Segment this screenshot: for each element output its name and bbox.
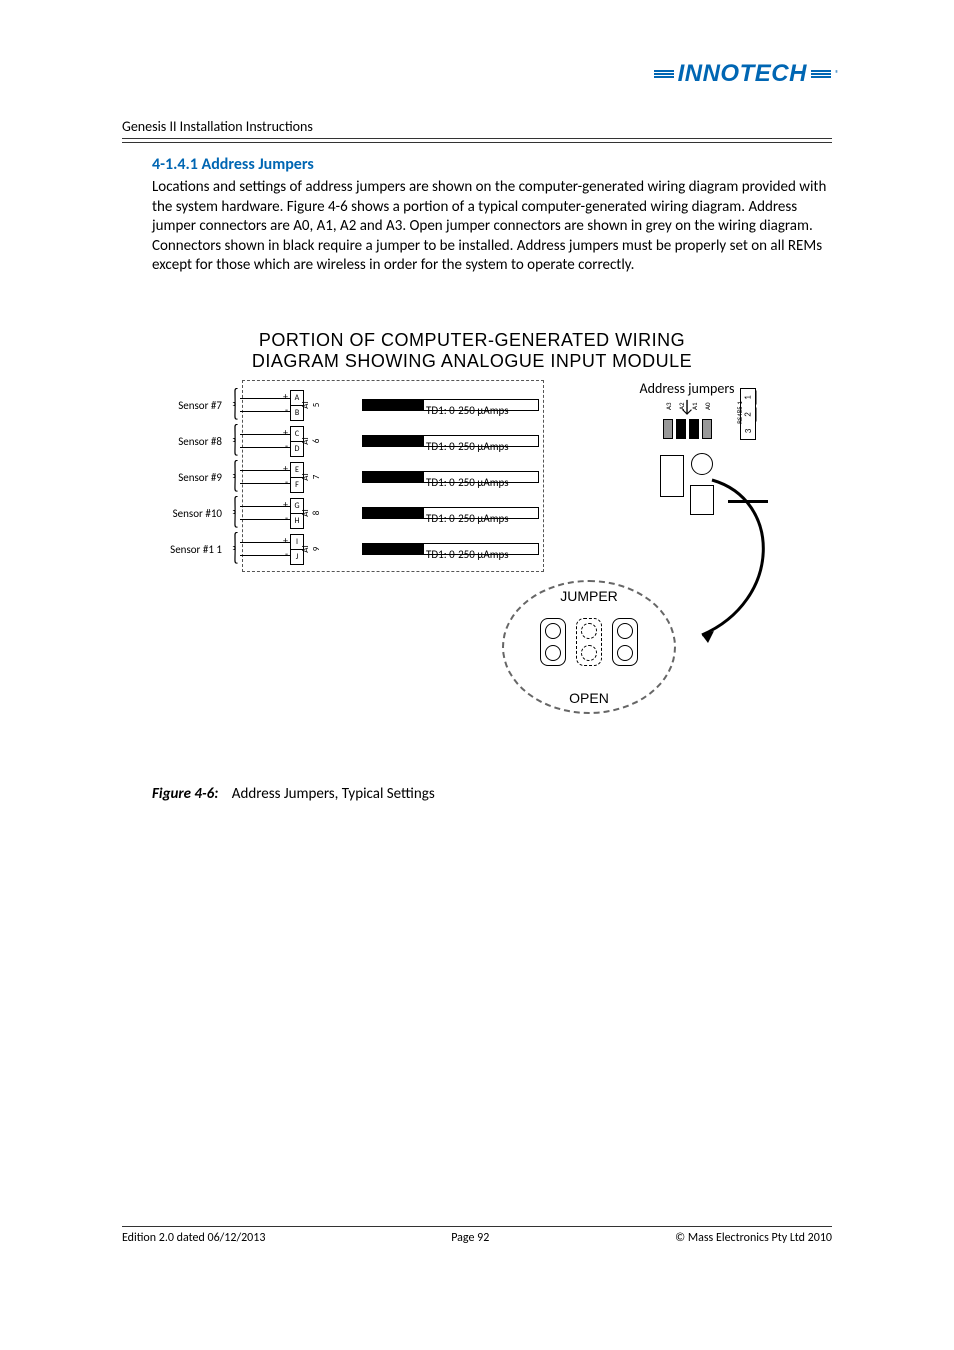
schematic: Sensor #7⎰⎱+-ABAI 5 TD1: 0-250 µAmps Senso… — [152, 380, 792, 580]
brand-logo: INNOTECH ® — [654, 60, 839, 88]
jumper-label: JUMPER — [504, 588, 674, 604]
brace-icon: ⎰⎱ — [226, 499, 240, 527]
wire-pair: +- — [240, 464, 290, 490]
sensor-row: Sensor #10⎰⎱+-GHAI 8 — [152, 496, 318, 530]
brace-icon: ⎰⎱ — [226, 535, 240, 563]
brace-icon: ⎰⎱ — [226, 391, 240, 419]
logo-bars-left-icon — [654, 70, 674, 79]
footer-page: Page 92 — [451, 1231, 489, 1245]
sensor-label: Sensor #10 — [152, 507, 226, 520]
jumper-a0: A0 — [702, 419, 712, 439]
footer-edition: Edition 2.0 dated 06/12/2013 — [122, 1231, 265, 1245]
ai-label: AI 7 — [300, 470, 322, 484]
jumper-a1: A1 — [689, 419, 699, 439]
section-heading: 4-1.4.1 Address Jumpers — [152, 155, 314, 174]
jumper-a2: A2 — [676, 419, 686, 439]
rt-1: 1 — [740, 391, 757, 405]
sensor-row: Sensor #8⎰⎱+-CDAI 6 — [152, 424, 318, 458]
jumper-detail: JUMPER OPEN — [502, 580, 676, 714]
td-bar: TD1: 0-250 µAmps — [362, 434, 539, 448]
figure-number: Figure 4-6: — [152, 785, 218, 803]
sensor-label: Sensor #9 — [152, 471, 226, 484]
wire-pair: +- — [240, 392, 290, 418]
sensor-row: Sensor #9⎰⎱+-EFAI 7 — [152, 460, 318, 494]
td-bar: TD1: 0-250 µAmps — [362, 506, 539, 520]
page: INNOTECH ® Genesis II Installation Instr… — [0, 0, 954, 1350]
brace-icon: ⎰⎱ — [226, 463, 240, 491]
document-title: Genesis II Installation Instructions — [122, 118, 313, 135]
td-bar: TD1: 0-250 µAmps — [362, 398, 539, 412]
wire-pair: +- — [240, 428, 290, 454]
figure-text: Address Jumpers, Typical Settings — [232, 785, 435, 803]
block-1 — [660, 455, 684, 497]
sensor-label: Sensor #1 1 — [152, 543, 226, 556]
wire-pair: +- — [240, 536, 290, 562]
sensor-label: Sensor #7 — [152, 399, 226, 412]
brand-text: INNOTECH — [678, 60, 807, 88]
ai-label: AI 9 — [300, 542, 322, 556]
sensor-label: Sensor #8 — [152, 435, 226, 448]
rt-3: 3 — [740, 424, 756, 438]
td-bar: TD1: 0-250 µAmps — [362, 470, 539, 484]
diagram-title-line2: DIAGRAM SHOWING ANALOGUE INPUT MODULE — [152, 351, 792, 372]
logo-bars-right-icon — [811, 70, 831, 79]
wiring-diagram: PORTION OF COMPUTER-GENERATED WIRING DIA… — [152, 330, 792, 790]
pin-col-jumpered — [576, 618, 602, 666]
diagram-title-line1: PORTION OF COMPUTER-GENERATED WIRING — [152, 330, 792, 351]
pin-col-open-right — [612, 618, 638, 666]
brace-icon: ⎰⎱ — [226, 427, 240, 455]
rt-2: 2 — [740, 408, 757, 422]
ai-label: AI 8 — [300, 506, 322, 520]
figure-caption: Figure 4-6: Address Jumpers, Typical Set… — [152, 785, 435, 803]
registered-icon: ® — [835, 69, 839, 79]
open-label: OPEN — [504, 690, 674, 706]
body-paragraph: Locations and settings of address jumper… — [152, 178, 832, 276]
header-rule-2 — [122, 142, 832, 143]
ai-label: AI 6 — [300, 434, 322, 448]
pin-col-open-left — [540, 618, 566, 666]
td-bar: TD1: 0-250 µAmps — [362, 542, 539, 556]
wire-pair: +- — [240, 500, 290, 526]
header-rule-1 — [122, 138, 832, 139]
ai-label: AI 5 — [300, 398, 322, 412]
sensor-row: Sensor #7⎰⎱+-ABAI 5 — [152, 388, 318, 422]
callout-arrow-icon — [682, 470, 802, 650]
footer-copyright: © Mass Electronics Pty Ltd 2010 — [675, 1231, 832, 1245]
sensor-row: Sensor #1 1⎰⎱+-IJAI 9 — [152, 532, 318, 566]
page-footer: Edition 2.0 dated 06/12/2013 Page 92 © M… — [122, 1226, 832, 1245]
jumper-a3: A3 — [663, 419, 673, 439]
